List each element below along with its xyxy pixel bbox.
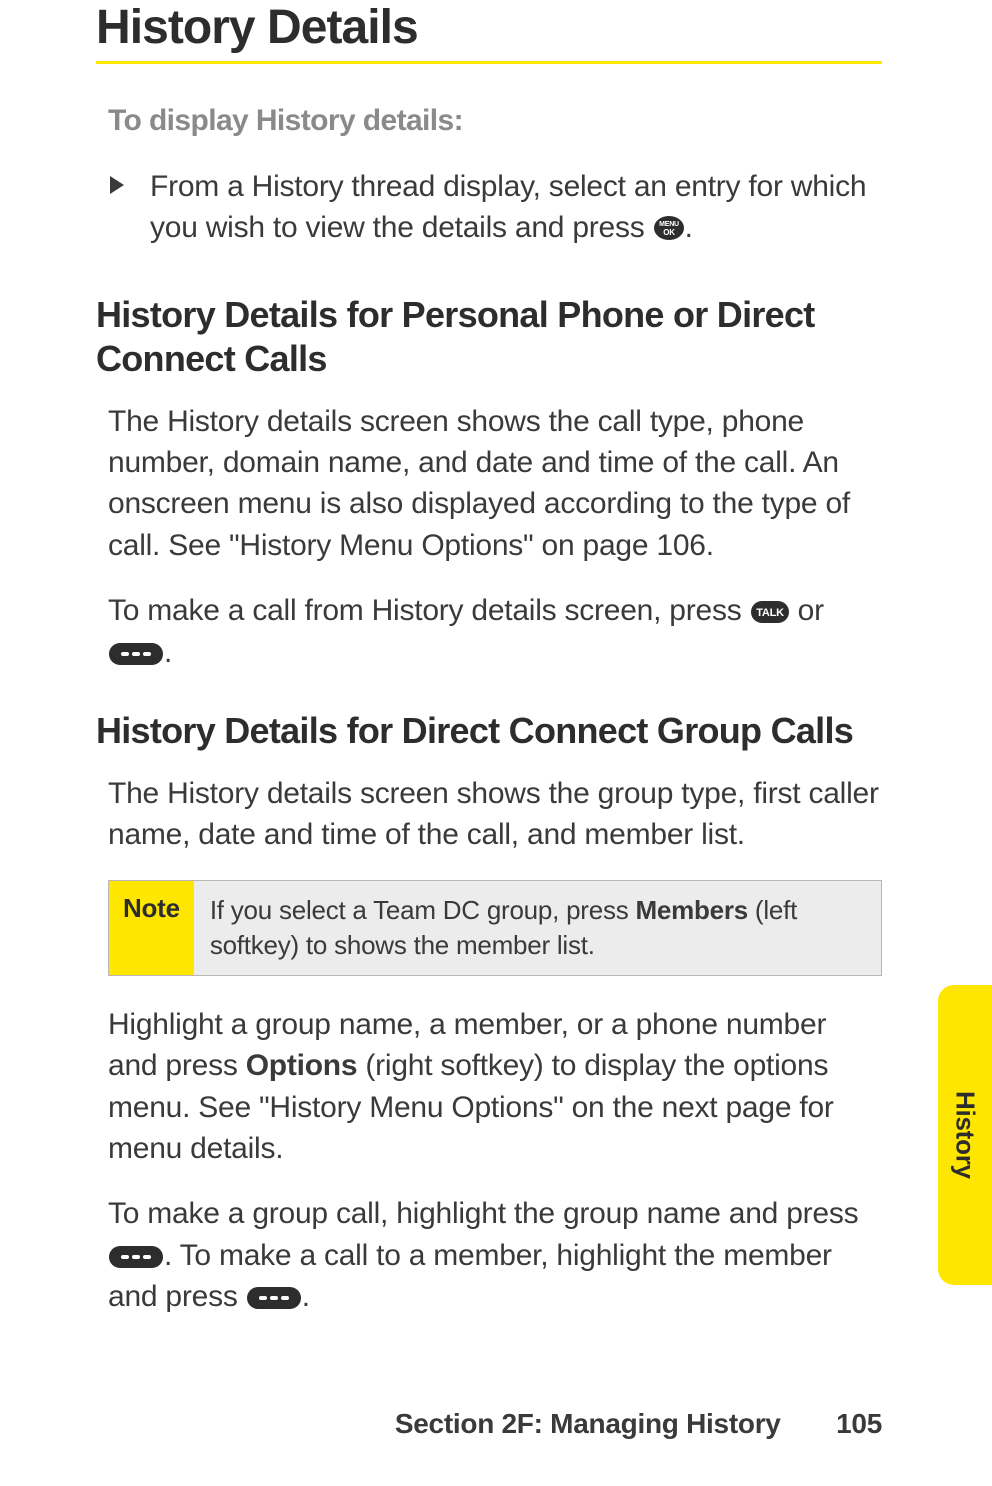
subheading-personal-direct: History Details for Personal Phone or Di…	[96, 293, 882, 381]
manual-page: History Details To display History detai…	[0, 0, 992, 1486]
svg-text:MENU: MENU	[659, 221, 679, 228]
page-footer: Section 2F: Managing History 105	[395, 1408, 882, 1440]
paragraph-3: The History details screen shows the gro…	[108, 773, 882, 856]
paragraph-2: To make a call from History details scre…	[108, 590, 882, 673]
note-bold: Members	[635, 895, 747, 925]
step-1-text-b: .	[685, 211, 693, 244]
footer-page-number: 105	[836, 1408, 882, 1440]
note-tag: Note	[109, 881, 194, 975]
p2-text-a: To make a call from History details scre…	[108, 594, 750, 627]
page-title: History Details	[96, 0, 882, 55]
title-underline	[96, 61, 882, 64]
note-box: Note If you select a Team DC group, pres…	[108, 880, 882, 976]
p4-bold: Options	[246, 1049, 358, 1082]
note-body: If you select a Team DC group, press Mem…	[194, 881, 881, 975]
paragraph-1: The History details screen shows the cal…	[108, 401, 882, 567]
step-1-text-a: From a History thread display, select an…	[150, 170, 866, 244]
section-tab-label: History	[950, 1091, 981, 1179]
lead-in: To display History details:	[108, 104, 882, 138]
section-tab: History	[938, 985, 992, 1285]
dc-key-icon	[246, 1286, 302, 1310]
p5-text-a: To make a group call, highlight the grou…	[108, 1197, 858, 1230]
p5-text-b: .	[302, 1280, 310, 1313]
p5-text-mid: . To make a call to a member, highlight …	[108, 1239, 832, 1313]
step-1: From a History thread display, select an…	[150, 166, 882, 249]
p2-text-b: .	[164, 636, 172, 669]
note-text-a: If you select a Team DC group, press	[210, 895, 636, 925]
dc-key-icon	[108, 642, 164, 666]
svg-text:OK: OK	[663, 228, 675, 237]
dc-key-icon	[108, 1245, 164, 1269]
footer-section: Section 2F: Managing History	[395, 1408, 781, 1439]
p2-or: or	[790, 594, 824, 627]
svg-text:TALK: TALK	[756, 607, 784, 619]
subheading-group-calls: History Details for Direct Connect Group…	[96, 709, 882, 753]
talk-key-icon: TALK	[750, 600, 790, 624]
menu-ok-key-icon: MENUOK	[653, 215, 685, 241]
paragraph-5: To make a group call, highlight the grou…	[108, 1193, 882, 1317]
steps-list: From a History thread display, select an…	[96, 166, 882, 249]
paragraph-4: Highlight a group name, a member, or a p…	[108, 1004, 882, 1170]
